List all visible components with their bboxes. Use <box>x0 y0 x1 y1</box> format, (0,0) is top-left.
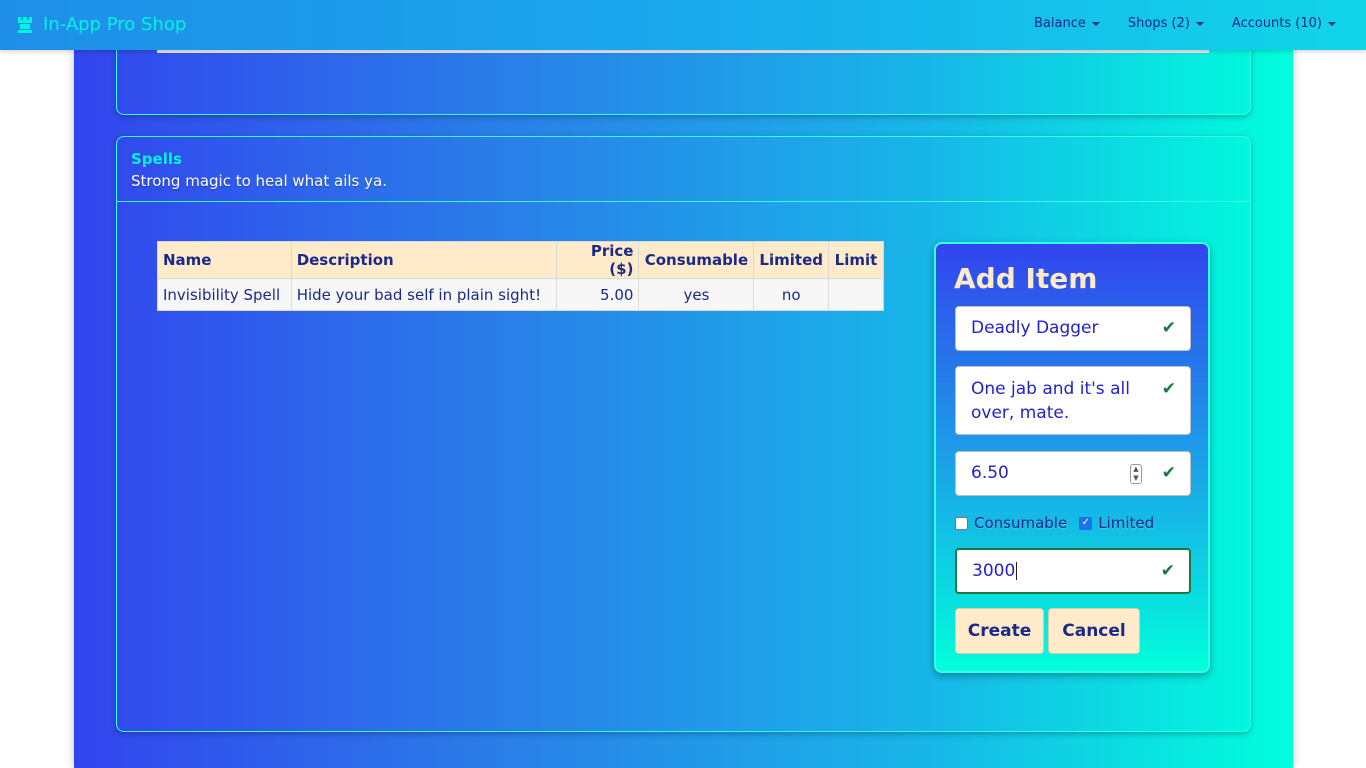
check-icon: ✔ <box>1160 561 1175 581</box>
table-header-row: Name Description Price ($) Consumable Li… <box>157 241 885 279</box>
header-price[interactable]: Price ($) <box>555 241 640 279</box>
item-limit-input[interactable]: 3000 ✔ <box>955 548 1191 594</box>
limited-label: Limited <box>1098 514 1155 532</box>
cell-description: Hide your bad self in plain sight! <box>290 278 557 311</box>
limited-checkbox[interactable]: ✓ <box>1079 516 1093 530</box>
check-icon: ✔ <box>1161 379 1176 399</box>
nav-menu: Balance Shops (2) Accounts (10) <box>1034 16 1336 31</box>
consumable-label: Consumable <box>974 514 1068 532</box>
caret-down-icon <box>1328 21 1336 26</box>
header-consumable[interactable]: Consumable <box>638 241 755 279</box>
item-price-input[interactable]: 6.50 ▲ ▼ ✔ <box>955 451 1191 496</box>
balance-label: Balance <box>1034 16 1086 31</box>
category-subtitle: Strong magic to heal what ails ya. <box>131 172 387 190</box>
rook-icon <box>18 16 32 33</box>
create-button[interactable]: Create <box>955 608 1044 654</box>
table-row[interactable]: Invisibility Spell Hide your bad self in… <box>157 278 885 311</box>
add-item-title: Add Item <box>954 262 1098 295</box>
check-icon: ✔ <box>1161 318 1176 338</box>
header-description[interactable]: Description <box>290 241 557 279</box>
header-limit[interactable]: Limit <box>827 241 885 279</box>
category-title: Spells <box>131 150 182 168</box>
cell-limited: no <box>753 278 829 311</box>
item-name-value: Deadly Dagger <box>971 318 1099 338</box>
navbar: In-App Pro Shop Balance Shops (2) Accoun… <box>0 0 1366 50</box>
brand-link[interactable]: In-App Pro Shop <box>16 14 186 35</box>
card-header: Spells Strong magic to heal what ails ya… <box>117 137 1250 202</box>
cell-name: Invisibility Spell <box>157 278 292 311</box>
accounts-dropdown[interactable]: Accounts (10) <box>1232 16 1336 31</box>
item-limit-value: 3000 <box>972 561 1016 581</box>
cell-limit <box>827 278 885 311</box>
cell-price: 5.00 <box>555 278 640 311</box>
check-icon: ✔ <box>1161 463 1176 483</box>
number-spinner[interactable]: ▲ ▼ <box>1130 464 1142 484</box>
item-name-input[interactable]: Deadly Dagger ✔ <box>955 306 1191 351</box>
item-price-value: 6.50 <box>971 463 1009 483</box>
category-card-spells: Spells Strong magic to heal what ails ya… <box>116 136 1251 732</box>
brand-label: In-App Pro Shop <box>43 14 187 35</box>
add-item-panel: Add Item Deadly Dagger ✔ One jab and it'… <box>934 242 1210 673</box>
caret-down-icon <box>1091 21 1100 26</box>
shops-dropdown[interactable]: Shops (2) <box>1128 16 1204 31</box>
text-cursor <box>1016 562 1018 580</box>
cancel-button[interactable]: Cancel <box>1048 608 1140 654</box>
header-name[interactable]: Name <box>157 241 292 279</box>
shops-label: Shops (2) <box>1127 16 1190 31</box>
main-container: Spells Strong magic to heal what ails ya… <box>74 0 1293 768</box>
accounts-label: Accounts (10) <box>1231 16 1322 31</box>
options-row: Consumable ✓ Limited <box>955 514 1160 532</box>
caret-down-icon <box>1195 21 1204 26</box>
item-description-value: One jab and it's all over, mate. <box>971 379 1130 423</box>
item-description-input[interactable]: One jab and it's all over, mate. ✔ <box>955 366 1191 435</box>
consumable-checkbox[interactable] <box>955 516 968 530</box>
cell-consumable: yes <box>638 278 755 311</box>
header-limited[interactable]: Limited <box>753 241 829 279</box>
balance-dropdown[interactable]: Balance <box>1034 16 1100 31</box>
items-table: Name Description Price ($) Consumable Li… <box>157 241 885 311</box>
